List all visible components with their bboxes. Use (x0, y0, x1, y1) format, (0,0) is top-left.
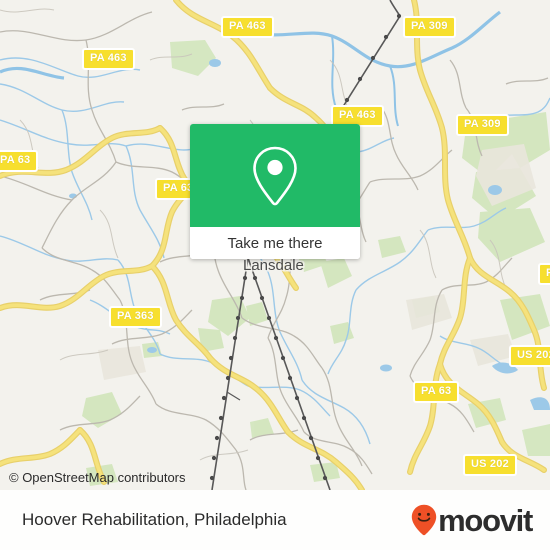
road-shield: PA 463 (221, 16, 274, 38)
map-screenshot: Lansdale PA 463 PA 309 PA 463 PA 463 PA … (0, 0, 550, 550)
road-shield: US 202 (463, 454, 517, 476)
road-shield: PA 63 (0, 150, 39, 172)
road-shield: PA 463 (82, 48, 135, 70)
location-popup-card[interactable]: Take me there (190, 124, 360, 259)
road-shield: US 202 (509, 345, 550, 367)
bottom-info-bar: Hoover Rehabilitation, Philadelphia moov… (0, 490, 550, 550)
moovit-wordmark: moovit (438, 502, 533, 538)
road-shield: PA 63 (413, 381, 460, 403)
popup-card-header (190, 124, 360, 227)
place-label-lansdale: Lansdale (243, 257, 304, 274)
road-shield: P (538, 263, 550, 285)
take-me-there-button[interactable]: Take me there (190, 227, 360, 259)
osm-attribution[interactable]: © OpenStreetMap contributors (9, 470, 186, 485)
page-title: Hoover Rehabilitation, Philadelphia (22, 510, 287, 529)
road-shield: PA 363 (109, 306, 162, 328)
moovit-logo[interactable]: moovit (411, 502, 533, 538)
moovit-pin-icon (411, 504, 437, 536)
map-pin-icon (253, 146, 297, 205)
road-shield: PA 309 (456, 114, 509, 136)
road-shield: PA 309 (403, 16, 456, 38)
